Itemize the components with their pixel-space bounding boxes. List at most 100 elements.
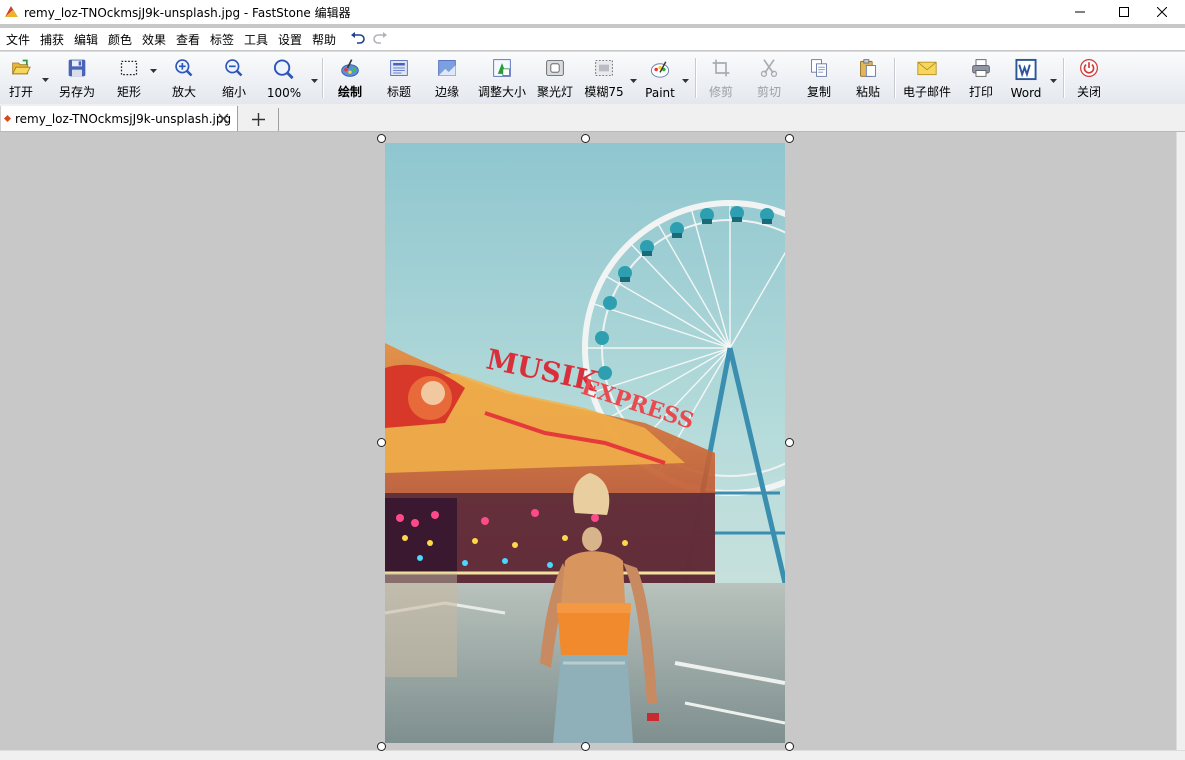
cut-button[interactable]: 剪切 — [754, 56, 784, 100]
zoom-in-button[interactable]: 放大 — [168, 56, 200, 100]
zoom-in-label: 放大 — [171, 85, 196, 99]
open-label: 打开 — [8, 85, 33, 99]
paste-clipboard-icon — [860, 59, 876, 77]
resize-handle-right[interactable] — [785, 438, 794, 447]
power-icon — [1080, 59, 1098, 77]
crop-button[interactable]: 修剪 — [706, 56, 736, 100]
word-icon — [1015, 58, 1037, 81]
caption-icon — [390, 60, 408, 76]
app-icon — [5, 6, 18, 17]
undo-icon[interactable] — [350, 31, 366, 45]
rectangle-label: 矩形 — [116, 85, 141, 99]
word-dropdown-icon[interactable] — [1050, 79, 1057, 84]
menu-bar: 文件 捕获 编辑 颜色 效果 查看 标签 工具 设置 帮助 — [0, 28, 1185, 50]
paint-palette-icon — [650, 61, 670, 78]
menu-tools[interactable]: 工具 — [244, 31, 268, 48]
tab-close-icon[interactable] — [218, 113, 229, 124]
blur-label: 模糊75 — [584, 85, 624, 99]
edited-image[interactable]: MUSIK EXPRESS — [385, 143, 785, 743]
open-button[interactable]: 打开 — [6, 56, 36, 100]
toolbar-separator — [695, 58, 697, 98]
zoom-out-button[interactable]: 缩小 — [218, 56, 250, 100]
plus-icon — [251, 113, 265, 126]
folder-open-icon — [11, 59, 31, 75]
redo-icon[interactable] — [372, 31, 388, 45]
resize-button[interactable]: 调整大小 — [478, 56, 526, 100]
document-tabs: remy_loz-TNOckmsjJ9k-unsplash.jpg — [0, 104, 1185, 132]
rectangle-select-icon — [120, 60, 138, 76]
resize-handle-top-right[interactable] — [785, 134, 794, 143]
close-icon — [1157, 7, 1167, 17]
menu-capture[interactable]: 捕获 — [40, 31, 64, 48]
resize-handle-left[interactable] — [377, 438, 386, 447]
minimize-button[interactable] — [1057, 0, 1103, 24]
menu-colors[interactable]: 颜色 — [108, 31, 132, 48]
menu-edit[interactable]: 编辑 — [74, 31, 98, 48]
menu-tabs[interactable]: 标签 — [210, 31, 234, 48]
copy-icon — [811, 59, 827, 77]
menu-file[interactable]: 文件 — [6, 31, 30, 48]
save-as-label: 另存为 — [58, 85, 95, 99]
crop-icon — [712, 59, 730, 77]
edge-effect-icon — [438, 60, 456, 76]
window-title: remy_loz-TNOckmsjJ9k-unsplash.jpg - Fast… — [24, 6, 351, 20]
tab-active-document[interactable]: remy_loz-TNOckmsjJ9k-unsplash.jpg — [0, 106, 238, 131]
menu-settings[interactable]: 设置 — [278, 31, 302, 48]
rectangle-button[interactable]: 矩形 — [114, 56, 144, 100]
envelope-icon — [917, 61, 937, 76]
zoom-out-icon — [225, 59, 243, 77]
edge-label: 边缘 — [434, 85, 459, 99]
photo-illustration: MUSIK EXPRESS — [385, 143, 785, 743]
print-label: 打印 — [968, 85, 993, 99]
edge-button[interactable]: 边缘 — [432, 56, 462, 100]
open-dropdown-icon[interactable] — [42, 78, 49, 83]
close-editor-button[interactable]: 关闭 — [1074, 56, 1104, 100]
copy-label: 复制 — [806, 85, 831, 99]
zoom-dropdown-icon[interactable] — [311, 79, 318, 84]
zoom-out-label: 缩小 — [221, 85, 246, 99]
maximize-icon — [1119, 7, 1129, 17]
spotlight-label: 聚光灯 — [536, 85, 573, 99]
magnifier-icon — [273, 59, 294, 80]
print-button[interactable]: 打印 — [966, 56, 996, 100]
blur-icon — [595, 60, 613, 76]
word-button[interactable]: Word — [1008, 56, 1044, 100]
close-window-button[interactable] — [1139, 0, 1185, 24]
rectangle-dropdown-icon[interactable] — [150, 69, 157, 74]
paint-label: Paint — [645, 86, 675, 100]
draw-palette-icon — [341, 59, 359, 77]
copy-button[interactable]: 复制 — [804, 56, 834, 100]
minimize-icon — [1075, 11, 1085, 13]
zoom-100-button[interactable]: 100% — [264, 56, 304, 100]
zoom-in-icon — [175, 59, 193, 77]
resize-label: 调整大小 — [478, 85, 527, 99]
spotlight-button[interactable]: 聚光灯 — [536, 56, 574, 100]
draw-button[interactable]: 绘制 — [334, 56, 366, 100]
spotlight-icon — [546, 60, 564, 76]
blur-button[interactable]: 模糊75 — [584, 56, 624, 100]
caption-button[interactable]: 标题 — [384, 56, 414, 100]
menu-help[interactable]: 帮助 — [312, 31, 336, 48]
toolbar-separator — [1063, 58, 1065, 98]
word-label: Word — [1010, 86, 1042, 100]
resize-handle-bottom[interactable] — [581, 742, 590, 751]
menu-view[interactable]: 查看 — [176, 31, 200, 48]
resize-handle-top[interactable] — [581, 134, 590, 143]
email-button[interactable]: 电子邮件 — [902, 56, 952, 100]
new-tab-button[interactable] — [238, 108, 279, 131]
email-label: 电子邮件 — [902, 85, 951, 99]
resize-handle-bottom-left[interactable] — [377, 742, 386, 751]
cut-label: 剪切 — [756, 85, 781, 99]
paint-dropdown-icon[interactable] — [682, 79, 689, 84]
scissors-icon — [760, 59, 778, 77]
save-as-button[interactable]: 另存为 — [55, 56, 99, 100]
blur-dropdown-icon[interactable] — [630, 79, 637, 84]
printer-icon — [972, 59, 990, 77]
paint-button[interactable]: Paint — [644, 56, 676, 100]
resize-handle-top-left[interactable] — [377, 134, 386, 143]
resize-handle-bottom-right[interactable] — [785, 742, 794, 751]
menu-effects[interactable]: 效果 — [142, 31, 166, 48]
vertical-scrollbar[interactable] — [1176, 132, 1185, 750]
floppy-disk-icon — [68, 59, 86, 77]
paste-button[interactable]: 粘贴 — [852, 56, 884, 100]
